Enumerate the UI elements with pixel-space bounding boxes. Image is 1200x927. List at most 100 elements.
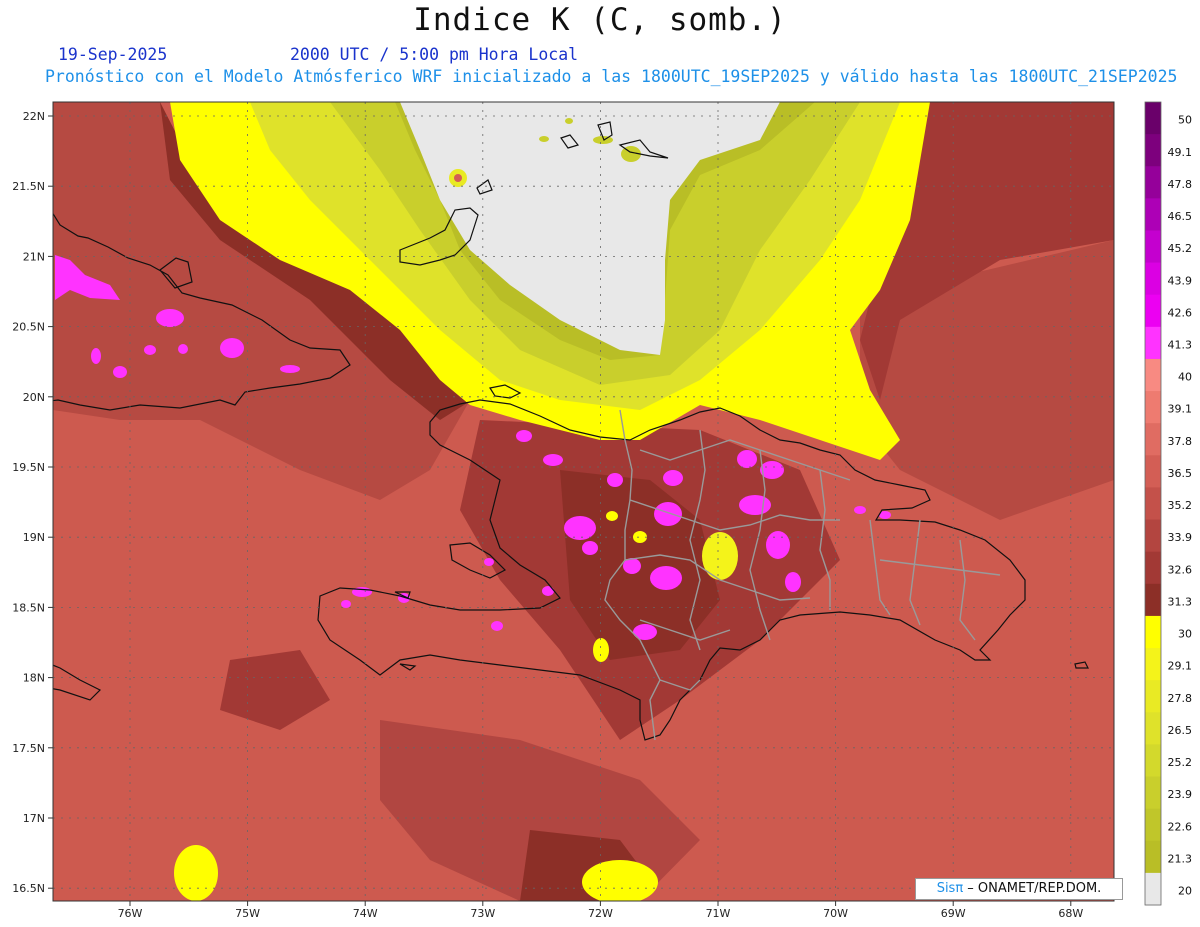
lat-tick-label: 20.5N bbox=[12, 321, 45, 334]
colorbar-swatch bbox=[1145, 166, 1161, 199]
colorbar-swatch bbox=[1145, 648, 1161, 681]
field-yellow-blob bbox=[702, 532, 738, 580]
field-islet-center bbox=[454, 174, 462, 182]
colorbar-swatch bbox=[1145, 680, 1161, 713]
colorbar-swatch bbox=[1145, 712, 1161, 745]
colorbar-swatch bbox=[1145, 102, 1161, 135]
high-k-spot bbox=[633, 624, 657, 640]
colorbar-swatch bbox=[1145, 230, 1161, 264]
colorbar: 50 49.1 47.8 46.5 45.2 43.9 42.6 41.3 40 39.1 37.8… bbox=[1144, 101, 1193, 906]
lon-tick-label: 72W bbox=[588, 907, 613, 920]
high-k-spot bbox=[543, 454, 563, 466]
credit-org: – ONAMET/REP.DOM. bbox=[963, 881, 1102, 896]
lat-tick-label: 16.5N bbox=[12, 882, 45, 895]
colorbar-label: 26.5 bbox=[1168, 724, 1193, 737]
lon-tick-label: 73W bbox=[470, 907, 495, 920]
islet-spot bbox=[565, 118, 573, 124]
high-k-spot bbox=[582, 541, 598, 555]
longitude-axis: 76W 75W 74W 73W 72W 71W 70W 69W 68W bbox=[118, 901, 1083, 920]
colorbar-swatch bbox=[1145, 294, 1161, 328]
high-k-spot bbox=[220, 338, 244, 358]
high-k-spot bbox=[564, 516, 596, 540]
lat-tick-label: 21N bbox=[23, 250, 45, 263]
high-k-spot bbox=[516, 430, 532, 442]
lat-tick-label: 19.5N bbox=[12, 461, 45, 474]
high-k-spot bbox=[542, 586, 554, 596]
colorbar-swatch bbox=[1145, 391, 1161, 424]
colorbar-label: 21.3 bbox=[1168, 852, 1193, 865]
colorbar-label: 25.2 bbox=[1168, 756, 1193, 769]
colorbar-label: 46.5 bbox=[1168, 210, 1193, 223]
colorbar-label: 47.8 bbox=[1168, 178, 1193, 191]
lon-tick-label: 68W bbox=[1058, 907, 1083, 920]
lat-tick-label: 17.5N bbox=[12, 742, 45, 755]
colorbar-label: 33.9 bbox=[1168, 531, 1193, 544]
colorbar-swatch bbox=[1145, 583, 1161, 617]
lon-tick-label: 69W bbox=[941, 907, 966, 920]
colorbar-swatch bbox=[1145, 808, 1161, 842]
high-k-spot bbox=[156, 309, 184, 327]
colorbar-label: 43.9 bbox=[1168, 274, 1193, 287]
colorbar-label: 20 bbox=[1178, 885, 1192, 898]
high-k-spot bbox=[280, 365, 300, 373]
high-k-spot bbox=[785, 572, 801, 592]
high-k-spot bbox=[91, 348, 101, 364]
colorbar-label: 35.2 bbox=[1168, 499, 1193, 512]
lon-tick-label: 76W bbox=[118, 907, 143, 920]
field-yellow-blob bbox=[606, 511, 618, 521]
high-k-spot bbox=[144, 345, 156, 355]
islet-spot bbox=[539, 136, 549, 142]
high-k-spot bbox=[341, 600, 351, 608]
colorbar-swatch bbox=[1145, 423, 1161, 456]
high-k-spot bbox=[854, 506, 866, 514]
colorbar-label: 30 bbox=[1178, 628, 1192, 641]
lat-tick-label: 19N bbox=[23, 531, 45, 544]
high-k-spot bbox=[737, 450, 757, 468]
high-k-spot bbox=[113, 366, 127, 378]
field-yellow-blob bbox=[633, 531, 647, 543]
high-k-spot bbox=[491, 621, 503, 631]
colorbar-label: 45.2 bbox=[1168, 242, 1193, 255]
map-field bbox=[53, 102, 1114, 901]
lat-tick-label: 18.5N bbox=[12, 601, 45, 614]
colorbar-swatch bbox=[1145, 455, 1161, 489]
colorbar-label: 41.3 bbox=[1168, 339, 1193, 352]
colorbar-swatch bbox=[1145, 615, 1161, 649]
colorbar-label: 50 bbox=[1178, 114, 1192, 127]
map-figure: 22N 21.5N 21N 20.5N 20N 19.5N 19N 18.5N 18N 17.5N… bbox=[12, 101, 1193, 920]
colorbar-label: 40 bbox=[1178, 371, 1192, 384]
lon-tick-label: 71W bbox=[706, 907, 731, 920]
colorbar-label: 23.9 bbox=[1168, 788, 1193, 801]
colorbar-swatch bbox=[1145, 134, 1161, 167]
field-yellow-blob bbox=[582, 860, 658, 901]
high-k-spot bbox=[663, 470, 683, 486]
colorbar-swatch bbox=[1145, 326, 1161, 360]
lat-tick-label: 22N bbox=[23, 110, 45, 123]
colorbar-swatch bbox=[1145, 198, 1161, 232]
colorbar-swatch bbox=[1145, 519, 1161, 553]
high-k-spot bbox=[484, 558, 494, 566]
field-yellow-blob bbox=[174, 845, 218, 901]
lon-tick-label: 75W bbox=[235, 907, 260, 920]
lat-tick-label: 20N bbox=[23, 391, 45, 404]
high-k-spot bbox=[650, 566, 682, 590]
colorbar-label: 37.8 bbox=[1168, 435, 1193, 448]
colorbar-label: 32.6 bbox=[1168, 563, 1193, 576]
colorbar-label: 42.6 bbox=[1168, 306, 1193, 319]
lon-tick-label: 74W bbox=[353, 907, 378, 920]
colorbar-label: 39.1 bbox=[1168, 403, 1193, 416]
colorbar-swatch bbox=[1145, 551, 1161, 585]
colorbar-swatch bbox=[1145, 776, 1161, 810]
credit-brand: Sisπ bbox=[936, 881, 964, 896]
high-k-spot bbox=[607, 473, 623, 487]
lat-tick-label: 17N bbox=[23, 812, 45, 825]
colorbar-swatch bbox=[1145, 262, 1161, 296]
colorbar-label: 36.5 bbox=[1168, 467, 1193, 480]
colorbar-label: 49.1 bbox=[1168, 146, 1193, 159]
colorbar-swatch bbox=[1145, 487, 1161, 521]
colorbar-swatch bbox=[1145, 358, 1161, 392]
high-k-spot bbox=[654, 502, 682, 526]
colorbar-label: 22.6 bbox=[1168, 820, 1193, 833]
colorbar-swatch bbox=[1145, 840, 1161, 874]
colorbar-label: 27.8 bbox=[1168, 692, 1193, 705]
